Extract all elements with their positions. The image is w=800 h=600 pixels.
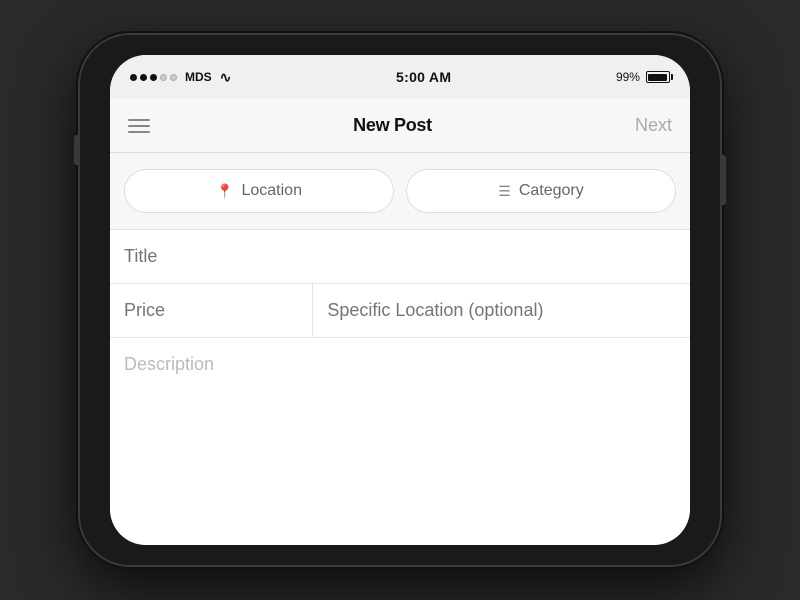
specific-location-input[interactable] [327, 300, 676, 321]
signal-dot-3 [150, 74, 157, 81]
wifi-icon: ∿ [220, 69, 232, 86]
phone-frame: MDS ∿ 5:00 AM 99% New Post Next [80, 35, 720, 565]
battery-percentage: 99% [616, 70, 640, 84]
menu-line-3 [128, 131, 150, 133]
location-pin-icon: 📍 [216, 183, 233, 200]
battery-body [646, 71, 670, 83]
title-input[interactable] [124, 246, 676, 267]
description-field[interactable]: Description [110, 338, 690, 545]
status-right: 99% [616, 70, 670, 84]
phone-screen: MDS ∿ 5:00 AM 99% New Post Next [110, 55, 690, 545]
status-time: 5:00 AM [396, 69, 451, 85]
status-left: MDS ∿ [130, 69, 231, 86]
signal-dot-1 [130, 74, 137, 81]
location-button-label: Location [241, 182, 302, 200]
next-button[interactable]: Next [635, 115, 672, 136]
description-label: Description [124, 354, 214, 374]
status-bar: MDS ∿ 5:00 AM 99% [110, 55, 690, 99]
battery-icon [646, 71, 670, 83]
battery-fill [648, 74, 666, 81]
location-button[interactable]: 📍 Location [124, 169, 394, 213]
specific-location-field[interactable] [313, 284, 690, 337]
signal-dot-5 [170, 74, 177, 81]
menu-button[interactable] [128, 119, 150, 133]
category-button[interactable]: ☰ Category [406, 169, 676, 213]
filter-buttons-row: 📍 Location ☰ Category [110, 153, 690, 230]
price-location-row [110, 284, 690, 338]
signal-dot-2 [140, 74, 147, 81]
category-button-label: Category [519, 182, 584, 200]
menu-line-1 [128, 119, 150, 121]
menu-line-2 [128, 125, 150, 127]
form-section: Description [110, 230, 690, 545]
page-title: New Post [353, 115, 432, 136]
content-area: 📍 Location ☰ Category [110, 153, 690, 545]
title-field[interactable] [110, 230, 690, 284]
price-input[interactable] [124, 300, 298, 321]
signal-dot-4 [160, 74, 167, 81]
carrier-label: MDS [185, 70, 212, 84]
signal-dots [130, 74, 177, 81]
category-icon: ☰ [498, 183, 511, 200]
price-field[interactable] [110, 284, 313, 337]
nav-bar: New Post Next [110, 99, 690, 153]
